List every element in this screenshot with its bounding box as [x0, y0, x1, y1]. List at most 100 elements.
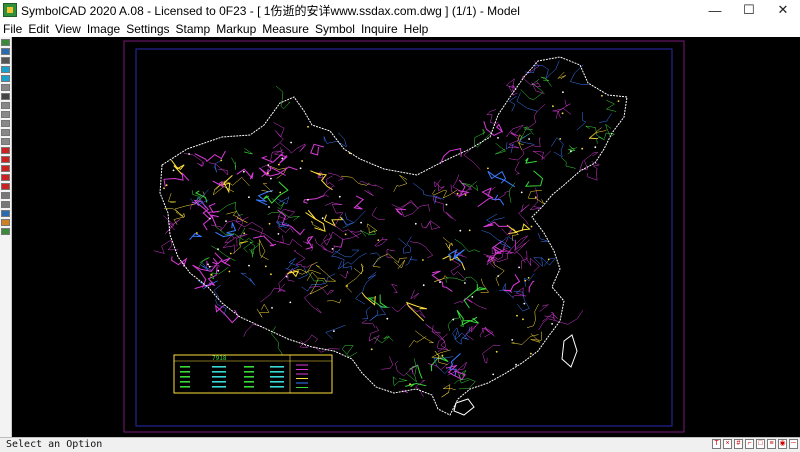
- menu-view[interactable]: View: [52, 22, 84, 36]
- road-segment: [368, 325, 380, 344]
- menu-measure[interactable]: Measure: [259, 22, 312, 36]
- road-segment: [524, 170, 544, 187]
- menu-settings[interactable]: Settings: [123, 22, 172, 36]
- pan-icon[interactable]: [1, 138, 10, 145]
- layer-icon[interactable]: ≡: [767, 439, 776, 449]
- open-icon[interactable]: [1, 39, 10, 46]
- road-segment: [353, 195, 365, 210]
- city-marker: [471, 296, 474, 298]
- road-segment: [323, 132, 347, 148]
- road-segment: [342, 212, 355, 229]
- maximize-button[interactable]: ☐: [732, 0, 766, 20]
- city-marker: [268, 206, 270, 208]
- redline-icon[interactable]: [1, 147, 10, 154]
- legend-entry-mark: [270, 376, 284, 378]
- road-segment: [220, 257, 231, 267]
- road-segment: [458, 179, 470, 197]
- color-icon[interactable]: ◉: [778, 439, 787, 449]
- menu-image[interactable]: Image: [84, 22, 123, 36]
- road-segment: [561, 157, 576, 169]
- road-segment: [515, 239, 530, 251]
- road-segment: [323, 185, 334, 198]
- road-segment: [340, 270, 349, 279]
- menu-symbol[interactable]: Symbol: [312, 22, 358, 36]
- road-segment: [327, 172, 345, 181]
- road-segment: [503, 274, 521, 293]
- pen-icon[interactable]: [1, 156, 10, 163]
- symbol-icon[interactable]: [1, 201, 10, 208]
- binoculars-icon[interactable]: [1, 93, 10, 100]
- road-segment: [309, 286, 335, 296]
- road-segment: [371, 206, 385, 220]
- road-segment: [332, 224, 363, 238]
- road-segment: [277, 209, 305, 236]
- city-marker: [217, 269, 220, 272]
- city-marker: [522, 318, 524, 321]
- road-segment: [495, 143, 507, 155]
- zoom-out-icon[interactable]: [1, 111, 10, 118]
- city-marker: [552, 105, 554, 108]
- road-segment: [482, 344, 501, 364]
- road-segment: [374, 237, 389, 247]
- info-icon[interactable]: [1, 210, 10, 217]
- save-icon[interactable]: [1, 48, 10, 55]
- road-segment: [450, 174, 462, 198]
- menu-markup[interactable]: Markup: [213, 22, 259, 36]
- snap-icon[interactable]: ×: [723, 439, 732, 449]
- road-segment: [243, 324, 262, 337]
- road-segment: [454, 378, 476, 390]
- stamp-icon[interactable]: [1, 192, 10, 199]
- print-preview-icon[interactable]: [1, 84, 10, 91]
- layers-icon[interactable]: [1, 75, 10, 82]
- menu-inquire[interactable]: Inquire: [358, 22, 401, 36]
- highlight-icon[interactable]: [1, 174, 10, 181]
- ortho-icon[interactable]: ⌐: [745, 439, 754, 449]
- road-segment: [526, 103, 546, 130]
- menu-stamp[interactable]: Stamp: [173, 22, 214, 36]
- road-segment: [367, 294, 389, 308]
- lineweight-icon[interactable]: ─: [789, 439, 798, 449]
- help-icon[interactable]: [1, 228, 10, 235]
- legend-entry-mark: [180, 386, 190, 388]
- drawing-canvas[interactable]: 7918: [12, 37, 800, 437]
- zoom-extents-icon[interactable]: [1, 129, 10, 136]
- measure-icon[interactable]: [1, 183, 10, 190]
- road-segment: [530, 331, 542, 343]
- text-toggle-icon[interactable]: T: [712, 439, 721, 449]
- city-marker: [271, 307, 273, 309]
- road-segment: [409, 241, 434, 259]
- osnap-icon[interactable]: □: [756, 439, 765, 449]
- zoom-in-icon[interactable]: [1, 102, 10, 109]
- road-segment: [445, 276, 478, 284]
- road-segment: [393, 174, 408, 192]
- city-marker: [422, 284, 425, 287]
- road-segment: [405, 256, 418, 266]
- palette-icon[interactable]: [1, 219, 10, 226]
- close-button[interactable]: ✕: [766, 0, 800, 20]
- minimize-button[interactable]: —: [698, 0, 732, 20]
- app-icon[interactable]: [3, 3, 17, 17]
- text-icon[interactable]: [1, 165, 10, 172]
- refresh-icon[interactable]: [1, 66, 10, 73]
- city-marker: [468, 229, 471, 232]
- road-segment: [239, 227, 254, 253]
- grid-icon[interactable]: #: [734, 439, 743, 449]
- road-segment: [341, 344, 358, 358]
- zoom-window-icon[interactable]: [1, 120, 10, 127]
- menu-edit[interactable]: Edit: [25, 22, 52, 36]
- left-toolbar: [0, 37, 12, 437]
- menu-file[interactable]: File: [0, 22, 25, 36]
- city-marker: [524, 279, 527, 282]
- city-marker: [547, 258, 550, 261]
- menu-help[interactable]: Help: [401, 22, 432, 36]
- road-segment: [345, 263, 364, 293]
- road-segment: [570, 64, 589, 85]
- road-segment: [542, 311, 558, 322]
- city-marker: [528, 138, 530, 140]
- print-icon[interactable]: [1, 57, 10, 64]
- road-segment: [189, 232, 202, 241]
- road-segment: [486, 213, 505, 223]
- city-marker: [520, 191, 523, 194]
- city-marker: [497, 275, 500, 277]
- road-segment: [585, 125, 605, 144]
